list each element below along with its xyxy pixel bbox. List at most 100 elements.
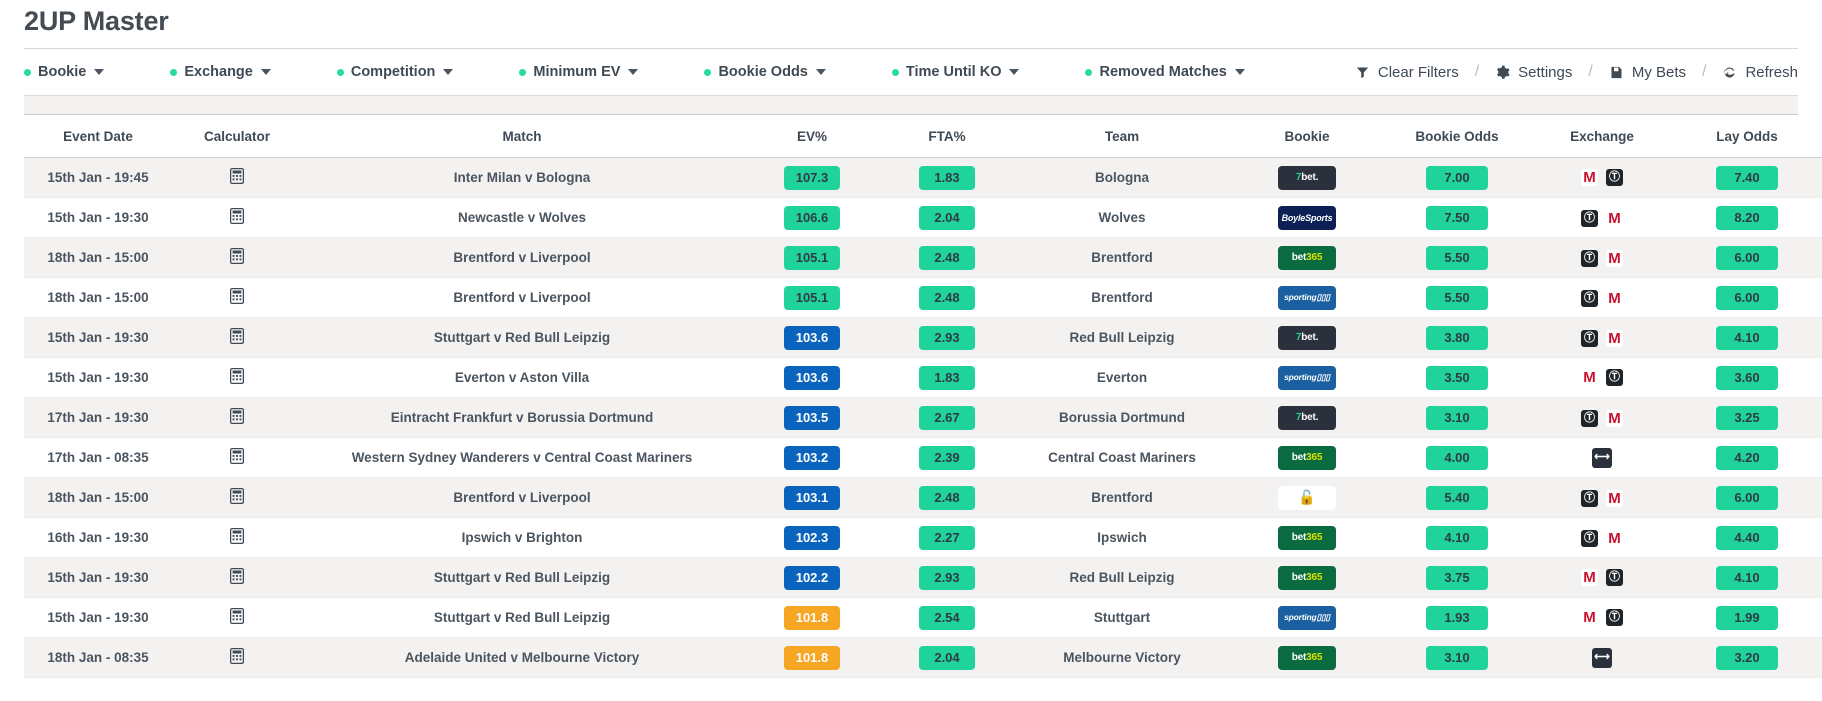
- filter-bookie-odds[interactable]: Bookie Odds: [704, 64, 825, 80]
- cell-bookie[interactable]: sporting▯▯▯: [1232, 358, 1382, 398]
- table-row: 17th Jan - 08:35Western Sydney Wanderers…: [24, 438, 1822, 478]
- ev-badge: 106.6: [784, 206, 841, 230]
- cell-lay-odds: 3.25: [1672, 398, 1822, 438]
- column-header-bookie-odds[interactable]: Bookie Odds: [1382, 115, 1532, 158]
- action-label: Refresh: [1745, 64, 1798, 81]
- exchange-icons: ⓉM: [1581, 210, 1623, 227]
- exchange-icon-smarkets[interactable]: Ⓣ: [1606, 169, 1623, 186]
- cell-ev: 102.2: [742, 558, 882, 598]
- calculator-icon[interactable]: [230, 608, 244, 624]
- exchange-icon-matchbook[interactable]: M: [1606, 290, 1623, 307]
- action-clear-filters-button[interactable]: Clear Filters: [1355, 64, 1459, 81]
- cell-team: Bologna: [1012, 158, 1232, 198]
- column-header-team[interactable]: Team: [1012, 115, 1232, 158]
- action-refresh-button[interactable]: Refresh: [1722, 64, 1798, 81]
- action-my-bets-button[interactable]: My Bets: [1609, 64, 1686, 81]
- column-header-match[interactable]: Match: [302, 115, 742, 158]
- cell-exchange: ⓉM: [1532, 518, 1672, 558]
- exchange-icon-matchbook[interactable]: M: [1606, 490, 1623, 507]
- calculator-icon[interactable]: [230, 168, 244, 184]
- calculator-icon[interactable]: [230, 328, 244, 344]
- exchange-icon-smarkets[interactable]: Ⓣ: [1581, 210, 1598, 227]
- column-header-calculator[interactable]: Calculator: [172, 115, 302, 158]
- exchange-icon-matchbook[interactable]: M: [1581, 569, 1598, 586]
- cell-bookie[interactable]: sporting▯▯▯: [1232, 598, 1382, 638]
- exchange-icons: ⓉM: [1581, 330, 1623, 347]
- fta-badge: 2.39: [919, 446, 975, 470]
- exchange-icon-betfair[interactable]: ⟷: [1592, 648, 1612, 668]
- filter-time-until-ko[interactable]: Time Until KO: [892, 64, 1020, 80]
- exchange-icon-smarkets[interactable]: Ⓣ: [1581, 530, 1598, 547]
- cell-bookie[interactable]: BoyleSports: [1232, 198, 1382, 238]
- calculator-icon[interactable]: [230, 488, 244, 504]
- calculator-icon[interactable]: [230, 448, 244, 464]
- exchange-icon-smarkets[interactable]: Ⓣ: [1581, 410, 1598, 427]
- fta-badge: 2.04: [919, 646, 975, 670]
- cell-bookie[interactable]: bet365: [1232, 638, 1382, 678]
- action-settings-button[interactable]: Settings: [1495, 64, 1572, 81]
- cell-calculator: [172, 518, 302, 558]
- cell-bookie[interactable]: bet365: [1232, 558, 1382, 598]
- exchange-icon-matchbook[interactable]: M: [1606, 330, 1623, 347]
- exchange-icon-matchbook[interactable]: M: [1606, 250, 1623, 267]
- column-header-lay-odds[interactable]: Lay Odds: [1672, 115, 1822, 158]
- exchange-icon-smarkets[interactable]: Ⓣ: [1581, 330, 1598, 347]
- fta-badge: 2.67: [919, 406, 975, 430]
- exchange-icon-matchbook[interactable]: M: [1581, 609, 1598, 626]
- column-header-bookie[interactable]: Bookie: [1232, 115, 1382, 158]
- column-header-fta[interactable]: FTA%: [882, 115, 1012, 158]
- calculator-icon[interactable]: [230, 248, 244, 264]
- column-header-exchange[interactable]: Exchange: [1532, 115, 1672, 158]
- cell-bookie-odds: 5.50: [1382, 278, 1532, 318]
- exchange-icon-smarkets[interactable]: Ⓣ: [1581, 290, 1598, 307]
- bookie-logo-bet365: bet365: [1278, 246, 1336, 270]
- cell-bookie[interactable]: 7bet.: [1232, 398, 1382, 438]
- cell-bookie[interactable]: 7bet.: [1232, 158, 1382, 198]
- calculator-icon[interactable]: [230, 648, 244, 664]
- cell-ev: 103.5: [742, 398, 882, 438]
- cell-bookie[interactable]: bet365: [1232, 438, 1382, 478]
- cell-calculator: [172, 638, 302, 678]
- filter-exchange[interactable]: Exchange: [170, 64, 271, 80]
- cell-calculator: [172, 238, 302, 278]
- exchange-icon-smarkets[interactable]: Ⓣ: [1581, 250, 1598, 267]
- column-header-ev[interactable]: EV%: [742, 115, 882, 158]
- cell-bookie[interactable]: 7bet.: [1232, 318, 1382, 358]
- exchange-icon-matchbook[interactable]: M: [1606, 410, 1623, 427]
- status-dot-icon: [24, 69, 31, 76]
- calculator-icon[interactable]: [230, 368, 244, 384]
- calculator-icon[interactable]: [230, 408, 244, 424]
- exchange-icon-smarkets[interactable]: Ⓣ: [1606, 609, 1623, 626]
- action-group: Clear Filters/Settings/My Bets/Refresh: [1355, 63, 1798, 81]
- exchange-icon-smarkets[interactable]: Ⓣ: [1581, 490, 1598, 507]
- filter-minimum-ev[interactable]: Minimum EV: [519, 64, 638, 80]
- exchange-icon-matchbook[interactable]: M: [1581, 369, 1598, 386]
- cell-bookie[interactable]: sporting▯▯▯: [1232, 278, 1382, 318]
- exchange-icons: ⟷: [1592, 448, 1612, 468]
- cell-bookie[interactable]: 🔓: [1232, 478, 1382, 518]
- exchange-icon-smarkets[interactable]: Ⓣ: [1606, 369, 1623, 386]
- exchange-icon-matchbook[interactable]: M: [1581, 169, 1598, 186]
- cell-bookie[interactable]: bet365: [1232, 238, 1382, 278]
- cell-bookie[interactable]: bet365: [1232, 518, 1382, 558]
- filter-competition[interactable]: Competition: [337, 64, 454, 80]
- cell-exchange: ⓉM: [1532, 478, 1672, 518]
- table-row: 15th Jan - 19:45Inter Milan v Bologna107…: [24, 158, 1822, 198]
- calculator-icon[interactable]: [230, 208, 244, 224]
- bookie-logo-bet365: bet365: [1278, 526, 1336, 550]
- exchange-icons: ⓉM: [1581, 250, 1623, 267]
- exchange-icon-betfair[interactable]: ⟷: [1592, 448, 1612, 468]
- filter-removed-matches[interactable]: Removed Matches: [1085, 64, 1244, 80]
- exchange-icon-matchbook[interactable]: M: [1606, 210, 1623, 227]
- column-header-event-date[interactable]: Event Date: [24, 115, 172, 158]
- calculator-icon[interactable]: [230, 288, 244, 304]
- cell-calculator: [172, 398, 302, 438]
- filter-bookie[interactable]: Bookie: [24, 64, 104, 80]
- exchange-icon-matchbook[interactable]: M: [1606, 530, 1623, 547]
- calculator-icon[interactable]: [230, 568, 244, 584]
- action-separator: /: [1702, 63, 1706, 81]
- table-row: 15th Jan - 19:30Stuttgart v Red Bull Lei…: [24, 598, 1822, 638]
- ev-badge: 101.8: [784, 606, 841, 630]
- exchange-icon-smarkets[interactable]: Ⓣ: [1606, 569, 1623, 586]
- calculator-icon[interactable]: [230, 528, 244, 544]
